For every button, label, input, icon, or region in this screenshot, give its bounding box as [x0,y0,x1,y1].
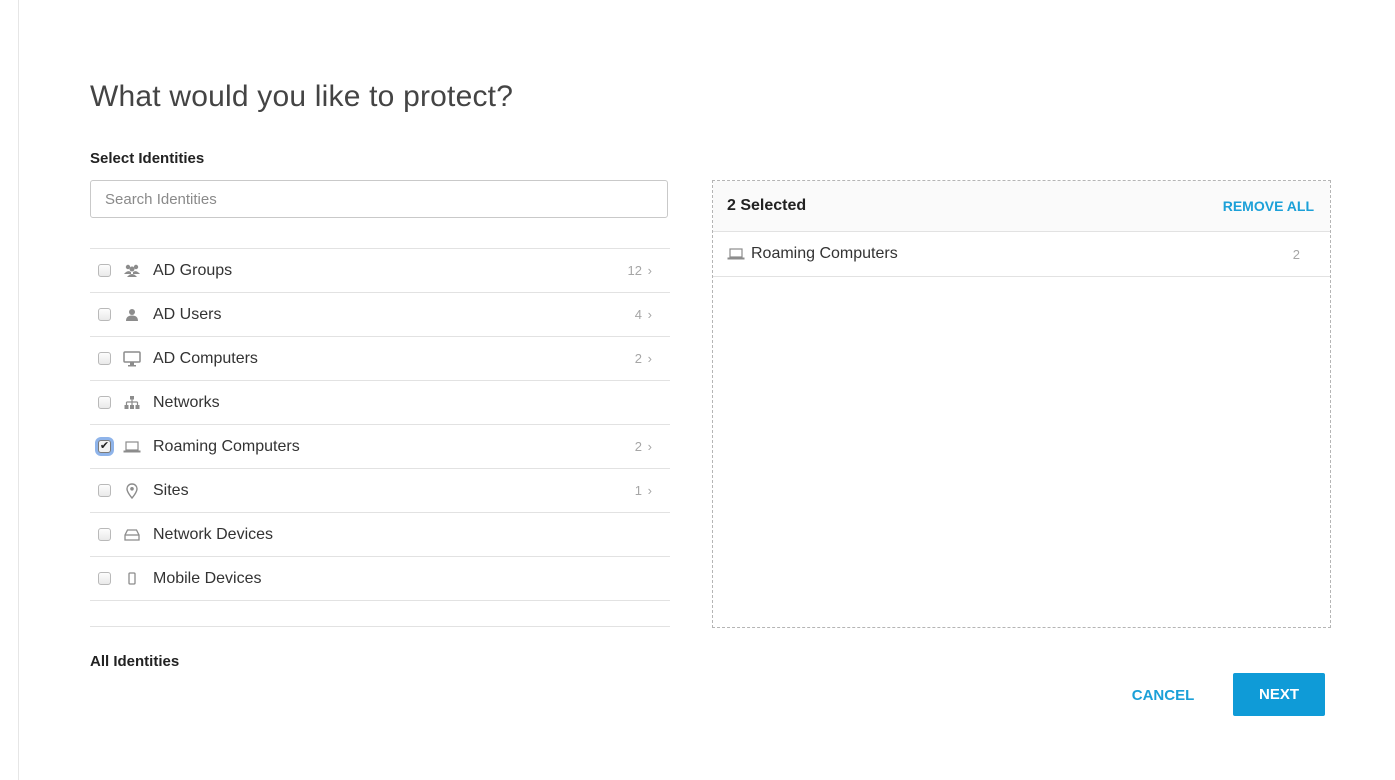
page-title: What would you like to protect? [90,80,514,113]
identity-row-networks[interactable]: Networks [90,381,670,425]
identity-label: Networks [153,393,220,411]
list-divider [90,626,670,627]
chevron-right-icon[interactable]: › [648,483,652,498]
network-devices-icon [123,526,141,544]
cancel-button[interactable]: CANCEL [1113,675,1213,715]
identity-count: 2 [634,351,642,366]
identity-count: 2 [634,439,642,454]
identity-row-network-devices[interactable]: Network Devices [90,513,670,557]
selected-panel-header: 2 Selected REMOVE ALL [713,181,1330,232]
checkbox-network-devices[interactable] [98,528,111,541]
identity-row-roaming-computers[interactable]: ✔ Roaming Computers 2 › [90,425,670,469]
chevron-right-icon[interactable]: › [648,439,652,454]
chevron-right-icon[interactable]: › [648,263,652,278]
selected-item-count: 2 [1292,246,1300,262]
identity-label: AD Users [153,305,222,323]
select-identities-label: Select Identities [90,150,205,167]
checkbox-ad-computers[interactable] [98,352,111,365]
next-button[interactable]: NEXT [1233,673,1325,716]
ad-users-icon [123,306,141,324]
identity-row-ad-groups[interactable]: AD Groups 12 › [90,249,670,293]
roaming-computers-icon [123,438,141,456]
identity-count: 12 [627,263,642,278]
identity-list: AD Groups 12 › AD Users 4 › AD Computers… [90,248,670,601]
identity-label: Network Devices [153,525,274,543]
ad-computers-icon [123,350,141,368]
networks-icon [123,394,141,412]
remove-all-button[interactable]: REMOVE ALL [1223,198,1314,214]
identity-label: Roaming Computers [153,437,300,455]
identity-label: Mobile Devices [153,569,262,587]
checkbox-sites[interactable] [98,484,111,497]
identity-row-mobile-devices[interactable]: Mobile Devices [90,557,670,601]
ad-groups-icon [123,262,141,280]
checkbox-networks[interactable] [98,396,111,409]
identity-count: 4 [634,307,642,322]
selected-identities-panel: 2 Selected REMOVE ALL Roaming Computers … [712,180,1331,628]
identity-label: AD Computers [153,349,258,367]
roaming-computers-icon [727,245,745,263]
checkbox-ad-users[interactable] [98,308,111,321]
sites-icon [123,482,141,500]
mobile-devices-icon [123,570,141,588]
selected-item-label: Roaming Computers [751,245,898,262]
checkbox-ad-groups[interactable] [98,264,111,277]
identity-label: AD Groups [153,261,233,279]
identity-row-ad-users[interactable]: AD Users 4 › [90,293,670,337]
identity-label: Sites [153,481,189,499]
search-identities-input[interactable] [90,180,668,218]
identity-row-sites[interactable]: Sites 1 › [90,469,670,513]
selected-item-roaming-computers[interactable]: Roaming Computers 2 [713,232,1330,277]
chevron-right-icon[interactable]: › [648,307,652,322]
identity-count: 1 [634,483,642,498]
identity-row-ad-computers[interactable]: AD Computers 2 › [90,337,670,381]
chevron-right-icon[interactable]: › [648,351,652,366]
selected-count: 2 Selected [727,197,807,214]
checkbox-mobile-devices[interactable] [98,572,111,585]
page-left-border [18,0,19,780]
checkbox-roaming-computers[interactable]: ✔ [98,440,111,453]
all-identities-label: All Identities [90,653,180,670]
